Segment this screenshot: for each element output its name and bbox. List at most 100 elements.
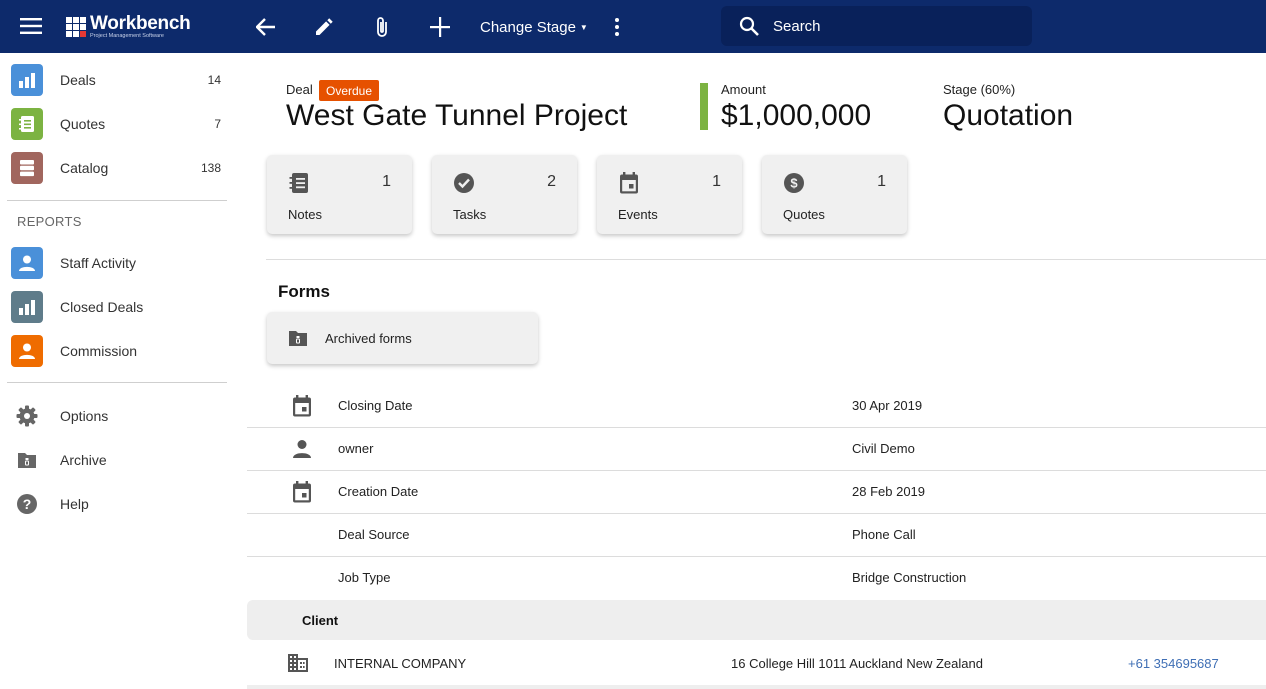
detail-label: Closing Date: [338, 398, 413, 413]
workbench-logo[interactable]: Workbench Project Management Software: [66, 13, 191, 40]
client-name: INTERNAL COMPANY: [334, 656, 467, 671]
svg-text:$: $: [790, 176, 798, 191]
tile-events[interactable]: 1 Events: [597, 155, 742, 234]
help-icon: ?: [15, 492, 39, 516]
gear-icon: [15, 404, 39, 428]
tile-label: Events: [618, 207, 658, 222]
plus-icon[interactable]: [425, 13, 455, 41]
calendar-icon: [617, 171, 641, 195]
building-icon: [287, 652, 309, 674]
sidebar-item-count: 7: [214, 117, 221, 131]
search-placeholder: Search: [773, 17, 821, 35]
check-circle-icon: [452, 171, 476, 195]
tile-label: Tasks: [453, 207, 487, 222]
sidebar-item-commission[interactable]: Commission: [0, 329, 236, 373]
search-bar[interactable]: Search: [721, 6, 1032, 46]
sidebar-item-label: Archive: [60, 452, 107, 468]
tile-count: 1: [712, 173, 721, 190]
detail-row-owner: owner Civil Demo: [247, 428, 1266, 471]
logo-tagline: Project Management Software: [90, 33, 164, 40]
detail-value: 28 Feb 2019: [852, 484, 926, 499]
deal-type-label: Deal: [286, 82, 313, 97]
sidebar-item-deals[interactable]: Deals 14: [0, 58, 236, 102]
sidebar-item-archive[interactable]: Archive: [0, 438, 236, 482]
tile-label: Quotes: [783, 207, 825, 222]
tile-label: Notes: [288, 207, 322, 222]
more-vert-icon[interactable]: [605, 13, 629, 41]
sidebar-item-count: 14: [207, 73, 221, 87]
client-phone-link[interactable]: +61 354695687: [1128, 656, 1219, 671]
top-app-bar: Workbench Project Management Software Ch…: [0, 0, 1266, 53]
amount-label: Amount: [721, 82, 766, 97]
sidebar-item-options[interactable]: Options: [0, 394, 236, 438]
next-section-header: [247, 685, 1266, 689]
detail-label: Creation Date: [338, 484, 419, 499]
sidebar-item-label: Deals: [60, 72, 96, 88]
tile-notes[interactable]: 1 Notes: [267, 155, 412, 234]
change-stage-dropdown[interactable]: Change Stage ▼: [472, 14, 596, 40]
sidebar-item-closed-deals[interactable]: Closed Deals: [0, 285, 236, 329]
client-row[interactable]: INTERNAL COMPANY 16 College Hill 1011 Au…: [247, 640, 1266, 686]
arrow-back-icon[interactable]: [251, 13, 281, 41]
paperclip-icon[interactable]: [367, 13, 397, 41]
calendar-icon: [291, 395, 313, 417]
bar-chart-icon: [11, 64, 43, 96]
menu-icon[interactable]: [14, 12, 48, 40]
status-badge: Overdue: [319, 80, 380, 101]
detail-value: Civil Demo: [852, 441, 915, 456]
person-icon: [291, 438, 313, 460]
logo-name: Workbench: [90, 13, 191, 35]
dollar-circle-icon: $: [782, 171, 806, 195]
sidebar-item-catalog[interactable]: Catalog 138: [0, 146, 236, 190]
sidebar-item-label: Options: [60, 408, 109, 424]
sidebar-item-label: Staff Activity: [60, 255, 136, 271]
sidebar-item-label: Commission: [60, 343, 138, 359]
detail-row-job-type: Job Type Bridge Construction: [247, 557, 1266, 600]
search-icon: [739, 16, 759, 36]
sidebar-divider: [7, 200, 227, 201]
stage-value: Quotation: [943, 99, 1074, 132]
sidebar-item-label: Help: [60, 496, 89, 512]
archived-forms-label: Archived forms: [325, 330, 412, 346]
notebook-icon: [287, 171, 311, 195]
sidebar-item-staff-activity[interactable]: Staff Activity: [0, 241, 236, 285]
svg-text:?: ?: [23, 496, 32, 512]
detail-row-closing-date: Closing Date 30 Apr 2019: [247, 385, 1266, 428]
sidebar-item-count: 138: [200, 161, 221, 175]
detail-value: 30 Apr 2019: [852, 398, 923, 413]
person-icon: [11, 247, 43, 279]
sidebar-item-quotes[interactable]: Quotes 7: [0, 102, 236, 146]
page-title: West Gate Tunnel Project: [286, 99, 628, 132]
pencil-icon[interactable]: [309, 13, 339, 41]
calendar-icon: [291, 481, 313, 503]
archived-forms-button[interactable]: Archived forms: [267, 312, 538, 364]
detail-row-deal-source: Deal Source Phone Call: [247, 514, 1266, 557]
reports-heading: REPORTS: [17, 214, 82, 229]
detail-label: Deal Source: [338, 527, 410, 542]
detail-label: Job Type: [338, 570, 391, 585]
tile-count: 2: [547, 173, 556, 190]
sidebar-item-label: Quotes: [60, 116, 106, 132]
logo-grid-icon: [66, 17, 88, 37]
archive-folder-icon: [287, 327, 309, 349]
client-heading: Client: [302, 613, 339, 628]
catalog-icon: [11, 152, 43, 184]
tile-count: 1: [382, 173, 391, 190]
caret-down-icon: ▼: [579, 22, 588, 32]
notebook-icon: [11, 108, 43, 140]
sidebar: Deals 14 Quotes 7 Catalog 138 REPORTS St…: [0, 53, 236, 689]
forms-heading: Forms: [278, 282, 330, 301]
detail-value: Phone Call: [852, 527, 916, 542]
tile-tasks[interactable]: 2 Tasks: [432, 155, 577, 234]
sidebar-item-label: Closed Deals: [60, 299, 144, 315]
detail-value: Bridge Construction: [852, 570, 967, 585]
tile-quotes[interactable]: $ 1 Quotes: [762, 155, 907, 234]
section-divider: [266, 259, 1266, 260]
tile-count: 1: [877, 173, 886, 190]
sidebar-item-help[interactable]: ? Help: [0, 482, 236, 526]
person-icon: [11, 335, 43, 367]
sidebar-item-label: Catalog: [60, 160, 109, 176]
sidebar-divider: [7, 382, 227, 383]
client-address: 16 College Hill 1011 Auckland New Zealan…: [731, 656, 983, 671]
detail-row-creation-date: Creation Date 28 Feb 2019: [247, 471, 1266, 514]
